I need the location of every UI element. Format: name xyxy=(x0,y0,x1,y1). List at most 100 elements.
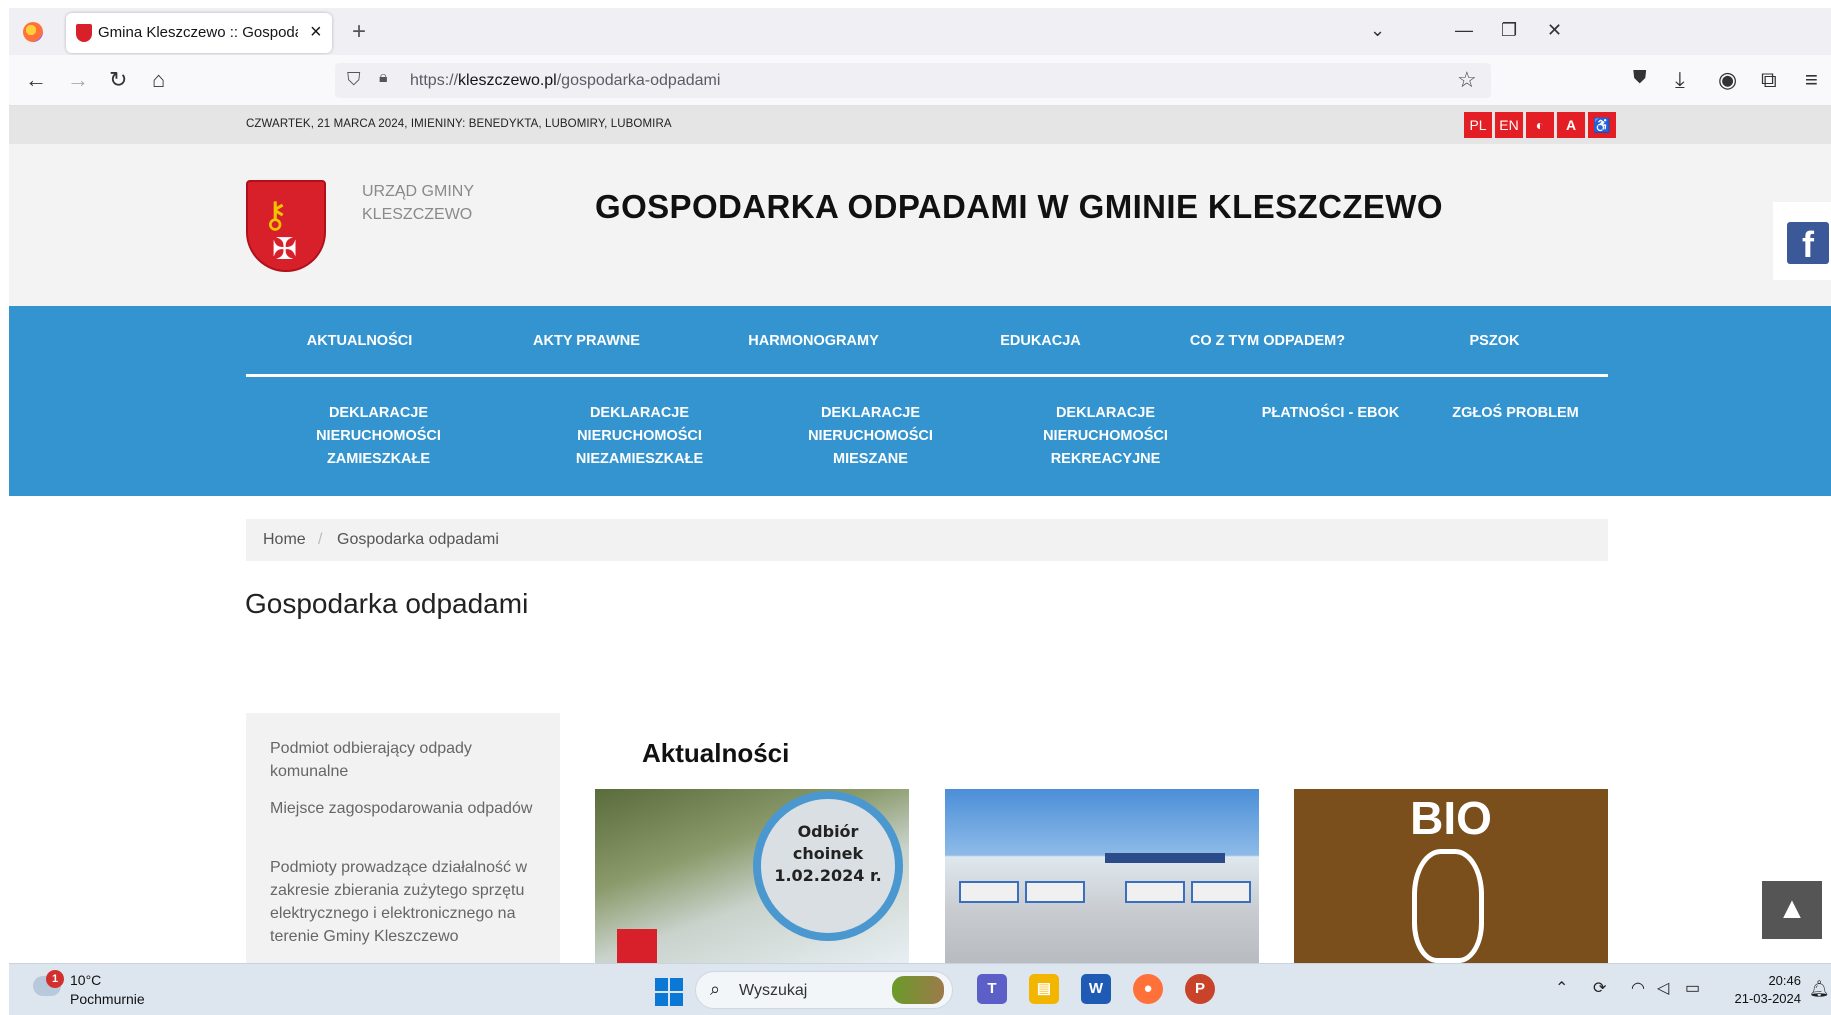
nav-co-z-tym-odpadem[interactable]: CO Z TYM ODPADEM? xyxy=(1154,330,1381,353)
weather-condition[interactable]: Pochmurnie xyxy=(70,991,145,1007)
news-badge-text: Odbiór choinek 1.02.2024 r. xyxy=(774,822,882,885)
nav-deklaracje-niezamieszkale[interactable]: DEKLARACJE NIERUCHOMOŚCI NIEZAMIESZKAŁE xyxy=(511,402,768,471)
lock-icon[interactable]: 🔒︎ xyxy=(379,69,388,87)
nav-zglos-problem[interactable]: ZGŁOŚ PROBLEM xyxy=(1423,402,1608,471)
bookmark-star-icon[interactable]: ☆ xyxy=(1457,67,1477,93)
notification-bell-icon[interactable]: 🔔︎ xyxy=(1809,979,1829,999)
reload-icon[interactable]: ↻ xyxy=(109,67,127,93)
browser-tab-bar: Gmina Kleszczewo :: Gospodarka odpadami … xyxy=(9,8,1831,55)
coat-of-arms-icon xyxy=(617,929,657,963)
nav-row-secondary: DEKLARACJE NIERUCHOMOŚCI ZAMIESZKAŁE DEK… xyxy=(246,402,1608,471)
breadcrumb-separator: / xyxy=(318,531,323,548)
facebook-widget[interactable]: f xyxy=(1773,202,1831,280)
file-explorer-icon[interactable]: ▤ xyxy=(1029,974,1059,1004)
nav-akty-prawne[interactable]: AKTY PRAWNE xyxy=(473,330,700,353)
search-highlight-image xyxy=(892,976,944,1004)
tray-overflow-icon[interactable]: ⌃ xyxy=(1555,978,1568,998)
news-card-choinki[interactable]: Odbiór choinek 1.02.2024 r. xyxy=(595,789,909,963)
main-navigation: AKTUALNOŚCI AKTY PRAWNE HARMONOGRAMY EDU… xyxy=(9,306,1831,496)
container-shape xyxy=(1125,881,1185,903)
nav-platnosci-ebok[interactable]: PŁATNOŚCI - EBOK xyxy=(1238,402,1423,471)
facebook-icon[interactable]: f xyxy=(1787,222,1829,265)
page-title: Gospodarka odpadami xyxy=(245,588,529,619)
powerpoint-icon[interactable]: P xyxy=(1185,974,1215,1004)
nav-divider xyxy=(246,374,1608,377)
clock-time: 20:46 xyxy=(1768,973,1801,988)
close-tab-icon[interactable]: × xyxy=(310,21,322,44)
lang-pl-button[interactable]: PL xyxy=(1464,112,1492,138)
teams-icon[interactable]: T xyxy=(977,974,1007,1004)
tab-list-icon[interactable]: ⌄ xyxy=(1370,20,1385,41)
windows-taskbar: 1 10°C Pochmurnie ⌕ Wyszukaj T ▤ W ● P ⌃… xyxy=(9,963,1831,1015)
accessibility-toolbar: PL EN ◐ A ♿ xyxy=(1464,112,1616,138)
tab-title: Gmina Kleszczewo :: Gospodarka odpadami xyxy=(98,24,298,41)
new-tab-button[interactable]: + xyxy=(352,18,366,46)
search-placeholder: Wyszukaj xyxy=(739,982,808,999)
account-icon[interactable]: ◉ xyxy=(1718,67,1737,93)
browser-tab[interactable]: Gmina Kleszczewo :: Gospodarka odpadami … xyxy=(66,13,332,53)
sidebar-link-podmioty-elektro[interactable]: Podmioty prowadzące działalność w zakres… xyxy=(270,856,540,948)
sidebar-menu: Podmiot odbierający odpady komunalne Mie… xyxy=(246,713,560,963)
date-strip: CZWARTEK, 21 MARCA 2024, IMIENINY: BENED… xyxy=(9,106,1831,144)
sync-icon[interactable]: ⟳ xyxy=(1593,978,1606,998)
apple-core-icon xyxy=(1412,849,1484,963)
scroll-to-top-button[interactable]: ▲ xyxy=(1762,881,1822,939)
lang-en-button[interactable]: EN xyxy=(1495,112,1523,138)
nav-aktualnosci[interactable]: AKTUALNOŚCI xyxy=(246,330,473,353)
font-size-icon[interactable]: A xyxy=(1557,112,1585,138)
extensions-icon[interactable]: ⧉ xyxy=(1761,67,1777,93)
breadcrumb: Home / Gospodarka odpadami xyxy=(246,519,1608,561)
minimize-icon[interactable]: — xyxy=(1455,20,1473,41)
coat-of-arms-logo[interactable]: ⚷ ✠ xyxy=(246,180,326,272)
taskbar-clock[interactable]: 20:46 21-03-2024 xyxy=(1721,972,1802,1008)
container-shape xyxy=(959,881,1019,903)
canopy-shape xyxy=(1105,853,1225,863)
news-card-pszok[interactable] xyxy=(945,789,1259,963)
news-heading: Aktualności xyxy=(642,738,790,768)
wifi-icon[interactable]: ◠ xyxy=(1631,978,1645,998)
nav-pszok[interactable]: PSZOK xyxy=(1381,330,1608,353)
nav-deklaracje-mieszane[interactable]: DEKLARACJE NIERUCHOMOŚCI MIESZANE xyxy=(768,402,973,471)
office-name[interactable]: URZĄD GMINY KLESZCZEWO xyxy=(362,180,492,226)
battery-icon[interactable]: ▭ xyxy=(1685,978,1700,998)
home-icon[interactable]: ⌂ xyxy=(152,67,165,93)
weather-temperature[interactable]: 10°C xyxy=(70,972,101,988)
back-icon[interactable]: ← xyxy=(25,67,47,93)
firefox-icon[interactable] xyxy=(23,22,43,42)
news-card-bio[interactable]: BIO xyxy=(1294,789,1608,963)
breadcrumb-home[interactable]: Home xyxy=(263,531,306,549)
container-shape xyxy=(1191,881,1251,903)
firefox-taskbar-icon[interactable]: ● xyxy=(1133,974,1163,1004)
nav-row-primary: AKTUALNOŚCI AKTY PRAWNE HARMONOGRAMY EDU… xyxy=(246,330,1608,353)
date-nameday-text: CZWARTEK, 21 MARCA 2024, IMIENINY: BENED… xyxy=(246,118,672,130)
breadcrumb-current: Gospodarka odpadami xyxy=(337,531,499,548)
address-bar[interactable]: ⛉ 🔒︎ https://kleszczewo.pl/gospodarka-od… xyxy=(335,63,1491,98)
sidebar-link-podmiot[interactable]: Podmiot odbierający odpady komunalne xyxy=(270,737,540,783)
restore-icon[interactable]: ❐ xyxy=(1501,20,1517,41)
close-window-icon[interactable]: ✕ xyxy=(1547,20,1562,41)
word-icon[interactable]: W xyxy=(1081,974,1111,1004)
volume-icon[interactable]: ◁ xyxy=(1657,978,1669,998)
downloads-icon[interactable]: ⤓ xyxy=(1675,67,1685,93)
keys-icon: ⚷ xyxy=(262,194,289,235)
pocket-icon[interactable]: ⛊ xyxy=(1633,67,1647,88)
url-text[interactable]: https://kleszczewo.pl/gospodarka-odpadam… xyxy=(410,72,720,90)
maltese-cross-icon: ✠ xyxy=(272,233,298,266)
nav-edukacja[interactable]: EDUKACJA xyxy=(927,330,1154,353)
forward-icon[interactable]: → xyxy=(67,67,89,93)
sidebar-link-miejsce[interactable]: Miejsce zagospodarowania odpadów xyxy=(270,797,540,820)
shield-icon[interactable]: ⛉ xyxy=(347,69,361,90)
taskbar-search[interactable]: ⌕ Wyszukaj xyxy=(695,971,953,1009)
site-header: ⚷ ✠ URZĄD GMINY KLESZCZEWO GOSPODARKA OD… xyxy=(9,144,1831,306)
accessibility-icon[interactable]: ♿ xyxy=(1588,112,1616,138)
contrast-icon[interactable]: ◐ xyxy=(1526,112,1554,138)
windows-start-icon[interactable] xyxy=(655,978,683,1006)
site-title: GOSPODARKA ODPADAMI W GMINIE KLESZCZEWO xyxy=(595,188,1443,225)
weather-badge: 1 xyxy=(46,970,64,988)
nav-deklaracje-zamieszkale[interactable]: DEKLARACJE NIERUCHOMOŚCI ZAMIESZKAŁE xyxy=(246,402,511,471)
bio-label: BIO xyxy=(1410,792,1492,844)
nav-harmonogramy[interactable]: HARMONOGRAMY xyxy=(700,330,927,353)
menu-icon[interactable]: ≡ xyxy=(1805,67,1818,93)
container-shape xyxy=(1025,881,1085,903)
nav-deklaracje-rekreacyjne[interactable]: DEKLARACJE NIERUCHOMOŚCI REKREACYJNE xyxy=(973,402,1238,471)
